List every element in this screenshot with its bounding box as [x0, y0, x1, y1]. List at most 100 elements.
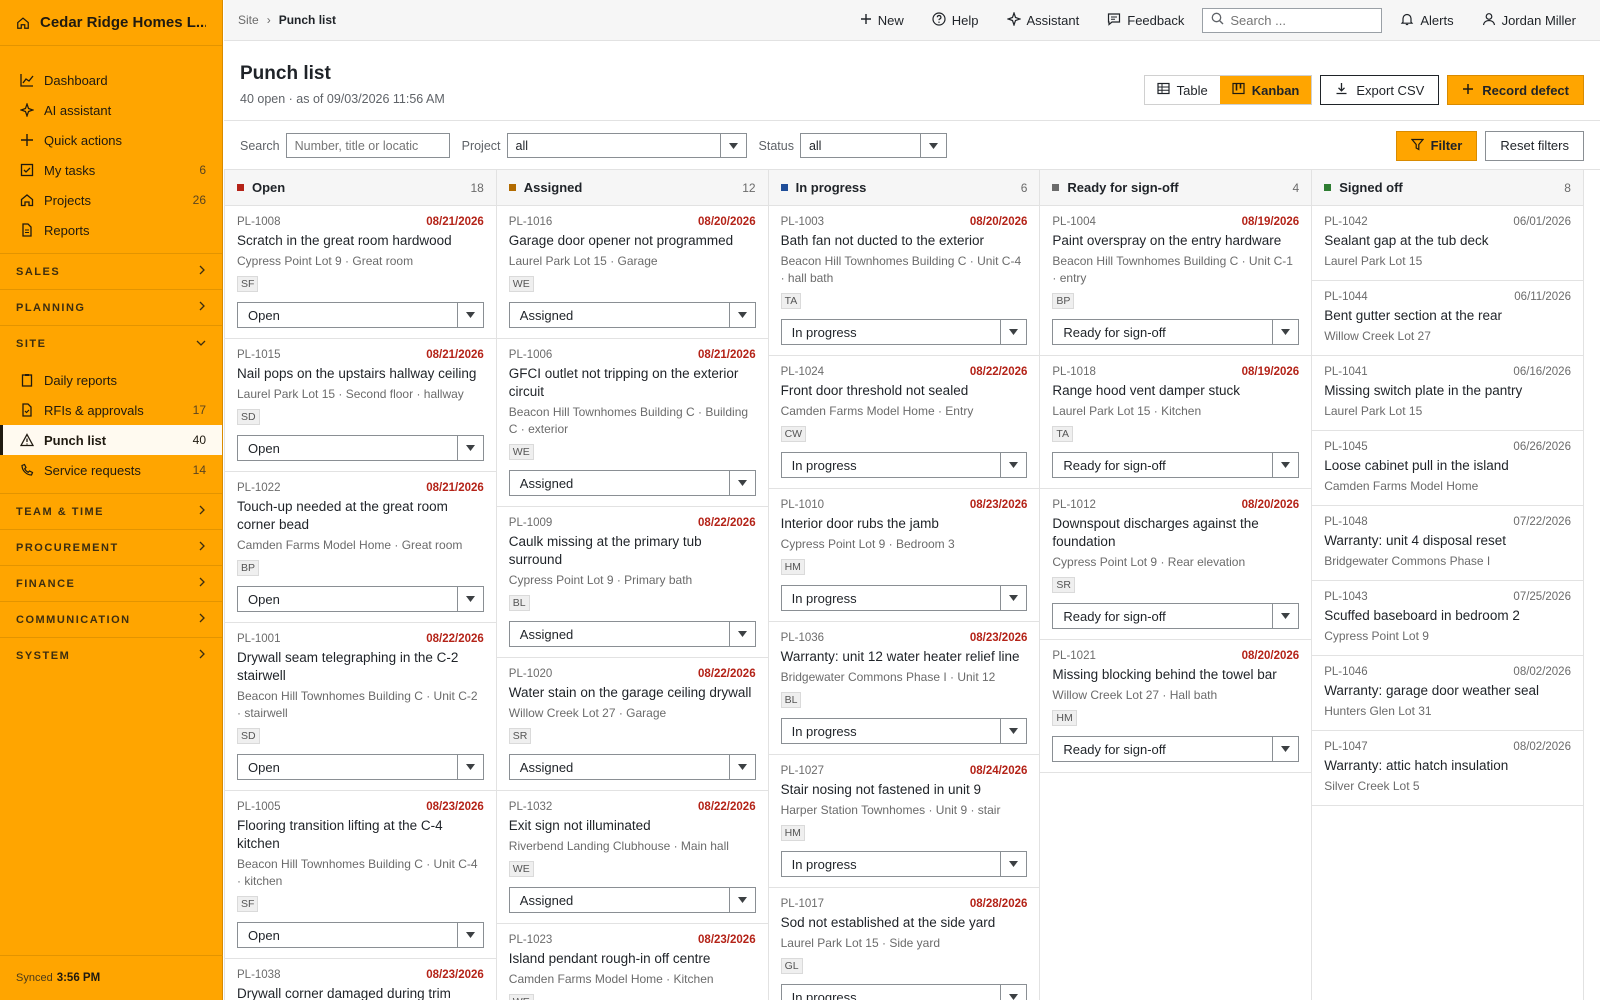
help-button[interactable]: Help	[918, 0, 993, 41]
punch-card[interactable]: PL-1024 08/22/2026 Front door threshold no…	[768, 356, 1040, 489]
card-status-select[interactable]: In progress	[780, 452, 1028, 478]
card-status-select[interactable]: Ready for sign-off	[1052, 603, 1300, 629]
card-status-select[interactable]: In progress	[780, 319, 1028, 345]
punch-card[interactable]: PL-1027 08/24/2026 Stair nosing not fasten…	[768, 755, 1040, 888]
card-status-select[interactable]: In progress	[780, 984, 1028, 1000]
status-filter-select[interactable]: all	[799, 133, 947, 158]
alerts-button[interactable]: Alerts	[1386, 0, 1467, 41]
project-filter-select[interactable]: all	[506, 133, 747, 158]
sidebar-item-my-tasks[interactable]: My tasks 6	[0, 155, 222, 185]
section-team-time[interactable]: TEAM & TIME	[0, 493, 222, 529]
sidebar-item-projects[interactable]: Projects 26	[0, 185, 222, 215]
card-status-select[interactable]: Open	[237, 754, 484, 780]
punch-card[interactable]: PL-1047 08/02/2026 Warranty: attic hatch i…	[1312, 731, 1583, 806]
card-status-select[interactable]: In progress	[780, 718, 1028, 744]
punch-card[interactable]: PL-1015 08/21/2026 Nail pops on the upstai…	[225, 339, 496, 472]
bell-icon	[1400, 12, 1414, 29]
table-view-button[interactable]: Table	[1144, 76, 1220, 104]
punch-card[interactable]: PL-1008 08/21/2026 Scratch in the great ro…	[225, 206, 496, 339]
punch-card[interactable]: PL-1016 08/20/2026 Garage door opener not …	[496, 206, 768, 339]
punch-card[interactable]: PL-1021 08/20/2026 Missing blocking behind…	[1040, 640, 1312, 773]
punch-card[interactable]: PL-1001 08/22/2026 Drywall seam telegraphi…	[225, 623, 496, 791]
sidebar-item-ai-assistant[interactable]: AI assistant	[0, 95, 222, 125]
card-status-select[interactable]: In progress	[780, 851, 1028, 877]
card-meta: PL-1009 08/22/2026	[509, 517, 756, 529]
card-status-select[interactable]: Ready for sign-off	[1052, 452, 1300, 478]
card-due-date: 08/21/2026	[698, 349, 756, 361]
assistant-button[interactable]: Assistant	[993, 0, 1094, 41]
punch-card[interactable]: PL-1022 08/21/2026 Touch-up needed at the …	[225, 472, 496, 623]
kanban-view-button[interactable]: Kanban	[1219, 76, 1312, 104]
punch-card[interactable]: PL-1041 06/16/2026 Missing switch plate in…	[1312, 356, 1583, 431]
section-label: FINANCE	[16, 577, 76, 590]
section-sales[interactable]: SALES	[0, 253, 222, 289]
card-status-select[interactable]: Open	[237, 922, 484, 948]
home-icon	[16, 16, 30, 30]
sidebar-item-service-requests[interactable]: Service requests 14	[0, 455, 222, 485]
punch-card[interactable]: PL-1018 08/19/2026 Range hood vent damper …	[1040, 356, 1312, 489]
global-search-input[interactable]	[1230, 12, 1371, 28]
card-status-value: Ready for sign-off	[1063, 324, 1166, 340]
section-system[interactable]: SYSTEM	[0, 637, 222, 673]
punch-card[interactable]: PL-1043 07/25/2026 Scuffed baseboard in be…	[1312, 581, 1583, 656]
export-csv-button[interactable]: Export CSV	[1320, 75, 1440, 105]
sidebar-item-punch-list[interactable]: Punch list 40	[0, 425, 222, 455]
punch-card[interactable]: PL-1045 06/26/2026 Loose cabinet pull in t…	[1312, 431, 1583, 506]
user-menu[interactable]: Jordan Miller	[1468, 0, 1586, 41]
punch-card[interactable]: PL-1012 08/20/2026 Downspout discharges ag…	[1040, 489, 1312, 640]
punch-card[interactable]: PL-1020 08/22/2026 Water stain on the gara…	[496, 658, 768, 791]
card-status-select[interactable]: Ready for sign-off	[1052, 319, 1300, 345]
punch-card[interactable]: PL-1044 06/11/2026 Bent gutter section at …	[1312, 281, 1583, 356]
record-defect-button[interactable]: Record defect	[1447, 75, 1584, 105]
punch-card[interactable]: PL-1010 08/23/2026 Interior door rubs the …	[768, 489, 1040, 622]
punch-card[interactable]: PL-1004 08/19/2026 Paint overspray on the …	[1040, 206, 1312, 356]
card-status-select[interactable]: Assigned	[508, 754, 756, 780]
sidebar-item-quick-actions[interactable]: Quick actions	[0, 125, 222, 155]
punch-card[interactable]: PL-1032 08/22/2026 Exit sign not illuminat…	[496, 791, 768, 924]
breadcrumb-parent[interactable]: Site	[238, 13, 259, 27]
card-status-select[interactable]: Open	[237, 435, 484, 461]
reset-filters-button[interactable]: Reset filters	[1485, 130, 1584, 161]
punch-card[interactable]: PL-1003 08/20/2026 Bath fan not ducted to …	[768, 206, 1040, 356]
sidebar-item-rfis[interactable]: RFIs & approvals 17	[0, 395, 222, 425]
punch-card[interactable]: PL-1046 08/02/2026 Warranty: garage door w…	[1312, 656, 1583, 731]
card-status-select[interactable]: Assigned	[508, 302, 756, 328]
punch-card[interactable]: PL-1017 08/28/2026 Sod not established at …	[769, 888, 1040, 1000]
section-communication[interactable]: COMMUNICATION	[0, 601, 222, 637]
section-procurement[interactable]: PROCUREMENT	[0, 529, 222, 565]
punch-card[interactable]: PL-1006 08/21/2026 GFCI outlet not trippin…	[496, 339, 768, 507]
caret-down-icon	[456, 923, 483, 947]
card-meta: PL-1001 08/22/2026	[237, 633, 484, 645]
caret-down-icon	[1272, 320, 1298, 344]
card-status-select[interactable]: Assigned	[508, 470, 756, 496]
sidebar-item-dashboard[interactable]: Dashboard	[0, 65, 222, 95]
card-status-select[interactable]: Open	[237, 586, 484, 612]
punch-card[interactable]: PL-1036 08/23/2026 Warranty: unit 12 water…	[768, 622, 1040, 755]
search-filter-input[interactable]	[285, 133, 450, 158]
punch-card[interactable]: PL-1005 08/23/2026 Flooring transition lif…	[225, 791, 496, 959]
section-finance[interactable]: FINANCE	[0, 565, 222, 601]
card-status-select[interactable]: Assigned	[508, 621, 756, 647]
punch-card[interactable]: PL-1048 07/22/2026 Warranty: unit 4 dispos…	[1312, 506, 1583, 581]
card-status-select[interactable]: Open	[237, 302, 484, 328]
punch-card[interactable]: PL-1009 08/22/2026 Caulk missing at the pr…	[496, 507, 768, 658]
brand[interactable]: Cedar Ridge Homes L...	[0, 0, 222, 46]
card-status-select[interactable]: In progress	[780, 585, 1028, 611]
new-button[interactable]: New	[846, 0, 918, 41]
section-planning[interactable]: PLANNING	[0, 289, 222, 325]
card-status-select[interactable]: Assigned	[508, 887, 756, 913]
card-location: Cypress Point Lot 9 · Primary bath	[508, 573, 693, 587]
card-id: PL-1008	[237, 216, 281, 228]
filter-button[interactable]: Filter	[1395, 130, 1478, 161]
sidebar-item-daily-reports[interactable]: Daily reports	[0, 365, 222, 395]
punch-card[interactable]: PL-1038 08/23/2026 Drywall corner damaged …	[225, 959, 496, 1000]
punch-card[interactable]: PL-1042 06/01/2026 Sealant gap at the tub …	[1312, 206, 1583, 281]
global-search[interactable]	[1202, 7, 1383, 33]
punch-card[interactable]: PL-1023 08/23/2026 Island pendant rough-in…	[497, 924, 768, 1000]
card-status-select[interactable]: Ready for sign-off	[1052, 736, 1300, 762]
feedback-button[interactable]: Feedback	[1093, 0, 1198, 41]
section-site[interactable]: SITE	[0, 325, 222, 361]
card-id: PL-1020	[508, 668, 553, 680]
sidebar-item-reports[interactable]: Reports	[0, 215, 222, 245]
header-actions: Table Kanban Export CSV Record defect	[1143, 75, 1584, 105]
